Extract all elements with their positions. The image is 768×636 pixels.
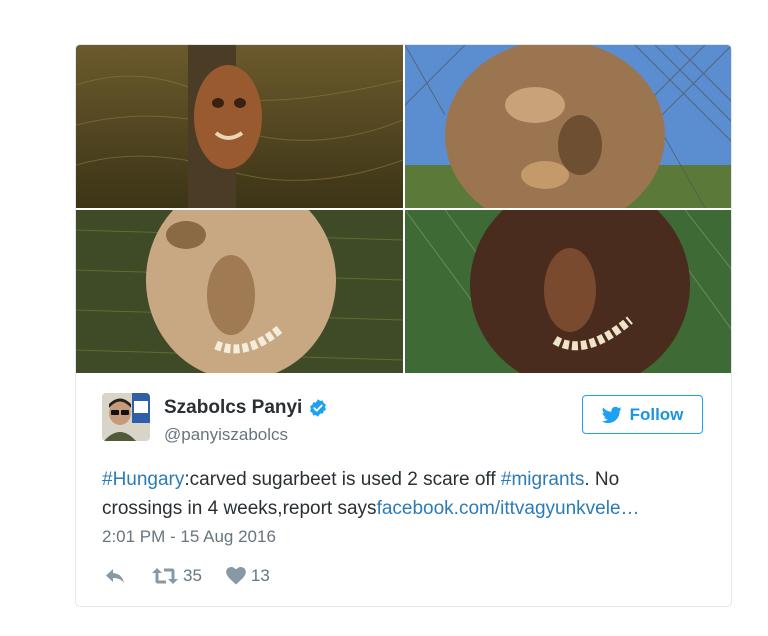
follow-button-label: Follow (629, 404, 684, 424)
verified-badge-icon (310, 399, 327, 417)
author-name-row: Szabolcs Panyi (164, 397, 328, 419)
tweet-actions: 35 13 (104, 565, 270, 587)
tweet-card: Szabolcs Panyi @panyiszabolcs Follow #Hu… (75, 44, 732, 607)
retweet-button[interactable]: 35 (152, 566, 202, 586)
like-button[interactable]: 13 (226, 566, 270, 586)
author-name[interactable]: Szabolcs Panyi (164, 397, 302, 419)
author-handle[interactable]: @panyiszabolcs (164, 425, 288, 445)
retweet-count: 35 (183, 566, 202, 585)
hashtag-link[interactable]: #Hungary (102, 469, 184, 490)
tweet-photo-4[interactable] (405, 210, 731, 373)
twitter-bird-icon (601, 406, 622, 423)
external-link[interactable]: facebook.com/ittvagyunkvele… (377, 498, 640, 519)
like-count: 13 (250, 566, 270, 585)
tweet-photo-2[interactable] (405, 45, 731, 208)
heart-icon (226, 567, 246, 585)
hashtag-link[interactable]: #migrants (501, 469, 584, 490)
tweet-timestamp[interactable]: 2:01 PM - 15 Aug 2016 (102, 527, 276, 547)
reply-button[interactable] (104, 567, 126, 585)
retweet-icon (152, 568, 178, 584)
follow-button[interactable]: Follow (582, 395, 703, 434)
tweet-text-part: :carved sugarbeet is used 2 scare off (184, 469, 501, 490)
author-avatar[interactable] (102, 393, 150, 441)
tweet-photo-1[interactable] (76, 45, 403, 208)
reply-icon (106, 569, 124, 583)
tweet-photo-3[interactable] (76, 210, 403, 373)
tweet-media-grid[interactable] (76, 45, 731, 373)
tweet-text: #Hungary:carved sugarbeet is used 2 scar… (102, 465, 702, 523)
